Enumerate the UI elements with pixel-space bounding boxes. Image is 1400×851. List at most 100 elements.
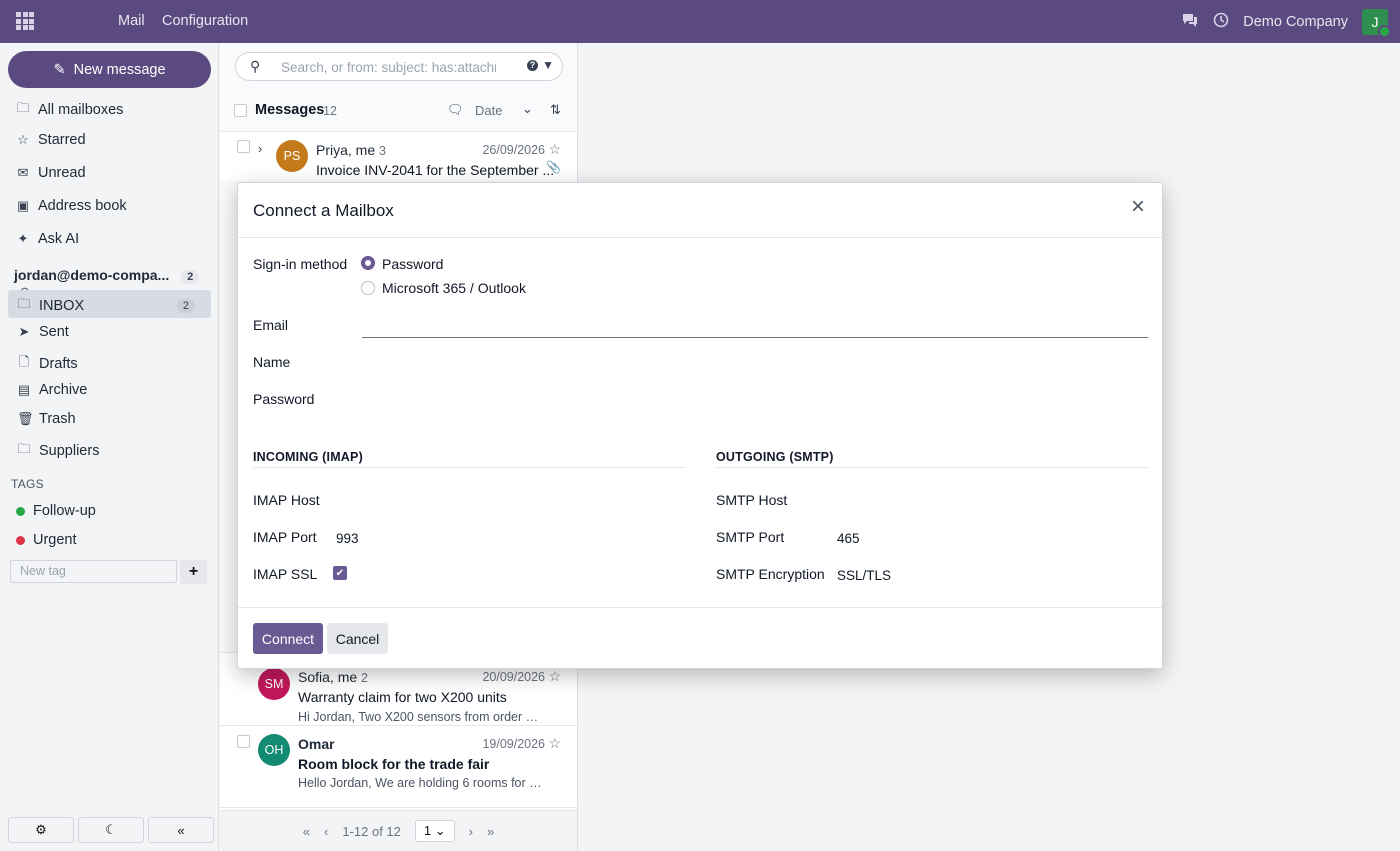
envelope-icon: ✉ [17,165,29,180]
inbox-icon: 🗀 [17,296,31,311]
sidebar-item-ask-ai[interactable]: ✦ Ask AI [16,231,80,247]
email-label: Email [253,317,289,333]
company-switcher[interactable]: Demo Company [1243,14,1348,30]
gear-icon: ⚙ [35,822,47,837]
sidebar-folder-inbox[interactable]: 🗀 INBOX 2 [17,295,195,317]
sidebar-folder-sent[interactable]: ➤ Sent [17,324,69,340]
signin-method-label: Sign-in method [253,256,348,272]
sidebar-folder-trash[interactable]: 🗑 Trash [17,411,76,427]
message-checkbox[interactable] [237,735,250,748]
message-sender: Sofia, me 2 [298,669,368,685]
radio-microsoft-label[interactable]: Microsoft 365 / Outlook [382,280,526,296]
sidebar-item-unread[interactable]: ✉ Unread [16,165,86,181]
pager-range: 1-12 of 12 [342,823,401,839]
select-all-checkbox[interactable] [234,104,247,117]
message-row[interactable]: OH Omar 19/09/2026 ☆ Room block for the … [220,725,577,807]
messages-title: Messages [255,102,325,118]
incoming-section-title: INCOMING (IMAP) [253,450,363,464]
message-date: 19/09/2026 [482,737,545,751]
collapse-sidebar-button[interactable]: « [148,817,214,843]
radio-password-label[interactable]: Password [382,256,443,272]
sidebar-folder-suppliers[interactable]: 🗀 Suppliers [17,440,99,462]
message-row[interactable]: › PS Priya, me 3 26/09/2026 ☆ Invoice IN… [220,131,577,181]
user-avatar[interactable]: J [1362,9,1391,38]
tag-urgent[interactable]: Urgent [16,532,77,548]
previous-page-icon[interactable]: ‹ [324,824,328,839]
sender-name: Sofia, me [298,669,358,685]
conversation-icon[interactable]: 🗨 [447,102,464,118]
search-placeholder: Search, or from: subject: has:attachm [281,60,496,75]
smtp-encryption-select[interactable]: SSL/TLS [837,568,891,583]
nav-mail[interactable]: Mail [118,13,145,29]
folder-icon: 🗀 [17,441,31,456]
clock-icon[interactable] [1213,12,1229,32]
page-select[interactable]: 1 ⌄ [414,820,455,842]
nav-configuration[interactable]: Configuration [162,13,248,29]
smtp-port-field[interactable]: 465 [837,531,860,546]
sidebar-item-starred[interactable]: ☆ Starred [16,132,85,148]
sidebar-item-label: Unread [38,165,86,181]
imap-port-field[interactable]: 993 [336,531,359,546]
first-page-icon[interactable]: « [303,824,310,839]
account-count-badge: 2 [181,270,200,284]
page-select-value: 1 [423,823,432,838]
add-tag-button[interactable]: + [180,560,207,584]
sidebar-item-address-book[interactable]: ▣ Address book [16,198,127,214]
filter-icon[interactable]: ▼ [542,58,554,72]
chevron-right-icon[interactable]: › [258,141,262,156]
sidebar-folder-label: Drafts [39,356,78,372]
star-icon[interactable]: ☆ [548,668,561,685]
email-field[interactable] [362,337,1148,338]
last-page-icon[interactable]: » [487,824,494,839]
imap-port-label: IMAP Port [253,529,317,545]
tags-heading: TAGS [11,477,44,491]
smtp-encryption-label: SMTP Encryption [716,566,825,582]
sort-field[interactable]: Date [475,103,502,118]
incoming-divider [253,467,685,468]
settings-button[interactable]: ⚙ [8,817,74,843]
sidebar-folder-label: Sent [39,324,69,340]
name-label: Name [253,354,291,370]
file-icon: 🗋 [18,354,30,369]
radio-microsoft[interactable] [361,281,375,295]
sidebar-item-all-mailboxes[interactable]: 🗀 All mailboxes [16,99,123,121]
next-page-icon[interactable]: › [469,824,473,839]
outgoing-section-title: OUTGOING (SMTP) [716,450,834,464]
star-icon: ☆ [17,132,29,147]
imap-ssl-checkbox[interactable]: ✔ [333,566,347,580]
message-preview: Hi Jordan, Two X200 sensors from order S… [298,710,543,724]
message-date: 26/09/2026 [482,143,545,157]
new-message-button[interactable]: ✎ New message [8,51,211,88]
address-book-icon: ▣ [16,198,30,213]
avatar: PS [276,140,308,172]
chevron-down-icon[interactable]: ⌄ [522,101,533,117]
message-sender: Omar [298,736,335,752]
tag-color-dot [16,535,25,545]
sidebar-folder-label: Suppliers [39,443,100,459]
sidebar-item-label: Ask AI [38,231,80,247]
new-tag-input[interactable]: New tag [10,560,177,583]
sort-order-icon[interactable]: ⇅ [550,102,561,118]
connect-button[interactable]: Connect [253,623,323,654]
dark-mode-button[interactable]: ☾ [78,817,144,843]
star-icon[interactable]: ☆ [548,141,561,158]
message-checkbox[interactable] [237,140,250,153]
chat-icon[interactable] [1181,12,1199,32]
connect-mailbox-dialog: Connect a Mailbox × Sign-in method Passw… [237,182,1163,669]
close-icon[interactable]: × [1128,195,1148,219]
sidebar-folder-drafts[interactable]: 🗋 Drafts [17,353,78,375]
search-input[interactable]: ⚲ Search, or from: subject: has:attachm … [235,52,563,81]
tag-label: Follow-up [33,503,96,519]
tag-follow-up[interactable]: Follow-up [16,503,96,519]
radio-password[interactable] [361,256,375,270]
messages-count: 12 [323,104,337,118]
message-subject: Invoice INV-2041 for the September ... [316,162,555,178]
sidebar-folder-archive[interactable]: ▤ Archive [17,382,88,398]
apps-menu-icon[interactable] [16,12,34,30]
star-icon[interactable]: ☆ [548,735,561,752]
cancel-button[interactable]: Cancel [327,623,388,654]
top-navbar: Mail Configuration Demo Company J [0,0,1400,43]
archive-icon: ▤ [17,382,31,397]
account-label: jordan@demo-compa... [14,267,170,283]
help-icon[interactable]: ? [527,60,538,71]
